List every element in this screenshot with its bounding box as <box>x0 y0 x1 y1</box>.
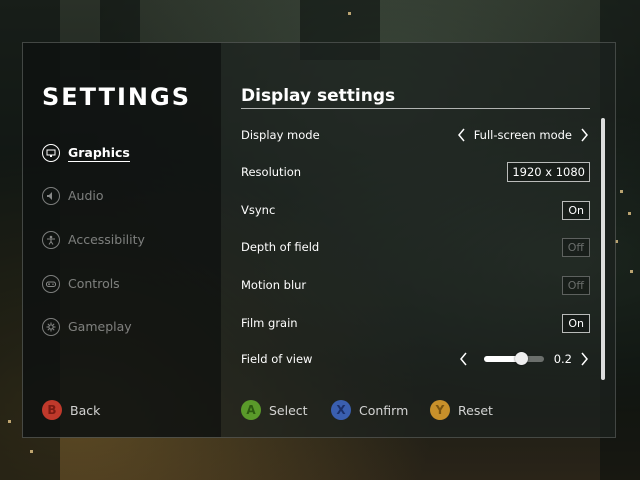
chevron-right-icon[interactable] <box>578 351 590 367</box>
display-mode-label: Display mode <box>241 128 320 142</box>
field-of-view-label: Field of view <box>241 352 313 366</box>
chevron-left-icon[interactable] <box>458 351 470 367</box>
select-label: Select <box>269 402 308 418</box>
x-button-icon: X <box>331 400 351 420</box>
reset-button[interactable]: Y Reset <box>430 399 493 421</box>
resolution-value[interactable]: 1920 x 1080 <box>507 162 590 182</box>
y-button-icon: Y <box>430 400 450 420</box>
confirm-button[interactable]: X Confirm <box>331 399 408 421</box>
section-title: Display settings <box>241 86 396 106</box>
back-label: Back <box>70 402 101 418</box>
person-icon <box>42 231 60 249</box>
row-display-mode: Display mode Full-screen mode <box>241 123 590 147</box>
settings-panel: SETTINGS Graphics Audio Accessibility Co… <box>22 42 616 438</box>
display-mode-selector[interactable]: Full-screen mode <box>456 127 590 143</box>
depth-of-field-label: Depth of field <box>241 240 320 254</box>
nav-item-label: Controls <box>68 275 120 291</box>
chevron-left-icon[interactable] <box>456 127 468 143</box>
depth-of-field-toggle[interactable]: Off <box>561 237 590 257</box>
nav-item-controls[interactable]: Controls <box>42 273 120 295</box>
row-motion-blur: Motion blur Off <box>241 273 590 297</box>
settings-sidebar: SETTINGS Graphics Audio Accessibility Co… <box>23 43 221 437</box>
section-divider <box>241 108 590 109</box>
a-button-icon: A <box>241 400 261 420</box>
row-depth-of-field: Depth of field Off <box>241 235 590 259</box>
row-film-grain: Film grain On <box>241 311 590 335</box>
display-mode-value: Full-screen mode <box>473 128 572 142</box>
field-of-view-control: 0.2 <box>458 351 590 367</box>
nav-item-label: Graphics <box>68 144 130 162</box>
motion-blur-label: Motion blur <box>241 278 307 292</box>
confirm-label: Confirm <box>359 402 409 418</box>
nav-item-label: Accessibility <box>68 231 145 247</box>
monitor-icon <box>42 144 60 162</box>
field-of-view-slider[interactable] <box>483 352 544 365</box>
b-button-icon: B <box>42 400 62 420</box>
nav-item-gameplay[interactable]: Gameplay <box>42 316 132 338</box>
nav-item-label: Gameplay <box>68 318 132 334</box>
settings-scrollbar[interactable] <box>601 118 605 380</box>
select-button[interactable]: A Select <box>241 399 308 421</box>
nav-item-graphics[interactable]: Graphics <box>42 142 130 164</box>
row-resolution: Resolution 1920 x 1080 <box>241 160 590 184</box>
back-button[interactable]: B Back <box>42 399 100 421</box>
row-vsync: Vsync On <box>241 198 590 222</box>
settings-title: SETTINGS <box>42 83 191 111</box>
gear-icon <box>42 318 60 336</box>
nav-item-accessibility[interactable]: Accessibility <box>42 229 145 251</box>
reset-label: Reset <box>458 402 493 418</box>
row-field-of-view: Field of view 0.2 <box>241 347 590 371</box>
motion-blur-toggle[interactable]: Off <box>561 275 590 295</box>
gamepad-icon <box>42 275 60 293</box>
nav-item-audio[interactable]: Audio <box>42 185 104 207</box>
speaker-icon <box>42 187 60 205</box>
film-grain-toggle[interactable]: On <box>562 313 590 333</box>
field-of-view-value: 0.2 <box>553 352 572 366</box>
film-grain-label: Film grain <box>241 316 298 330</box>
vsync-label: Vsync <box>241 203 276 217</box>
nav-item-label: Audio <box>68 187 104 203</box>
slider-thumb[interactable] <box>514 352 528 365</box>
vsync-toggle[interactable]: On <box>562 200 590 220</box>
chevron-right-icon[interactable] <box>578 127 590 143</box>
resolution-label: Resolution <box>241 165 302 179</box>
